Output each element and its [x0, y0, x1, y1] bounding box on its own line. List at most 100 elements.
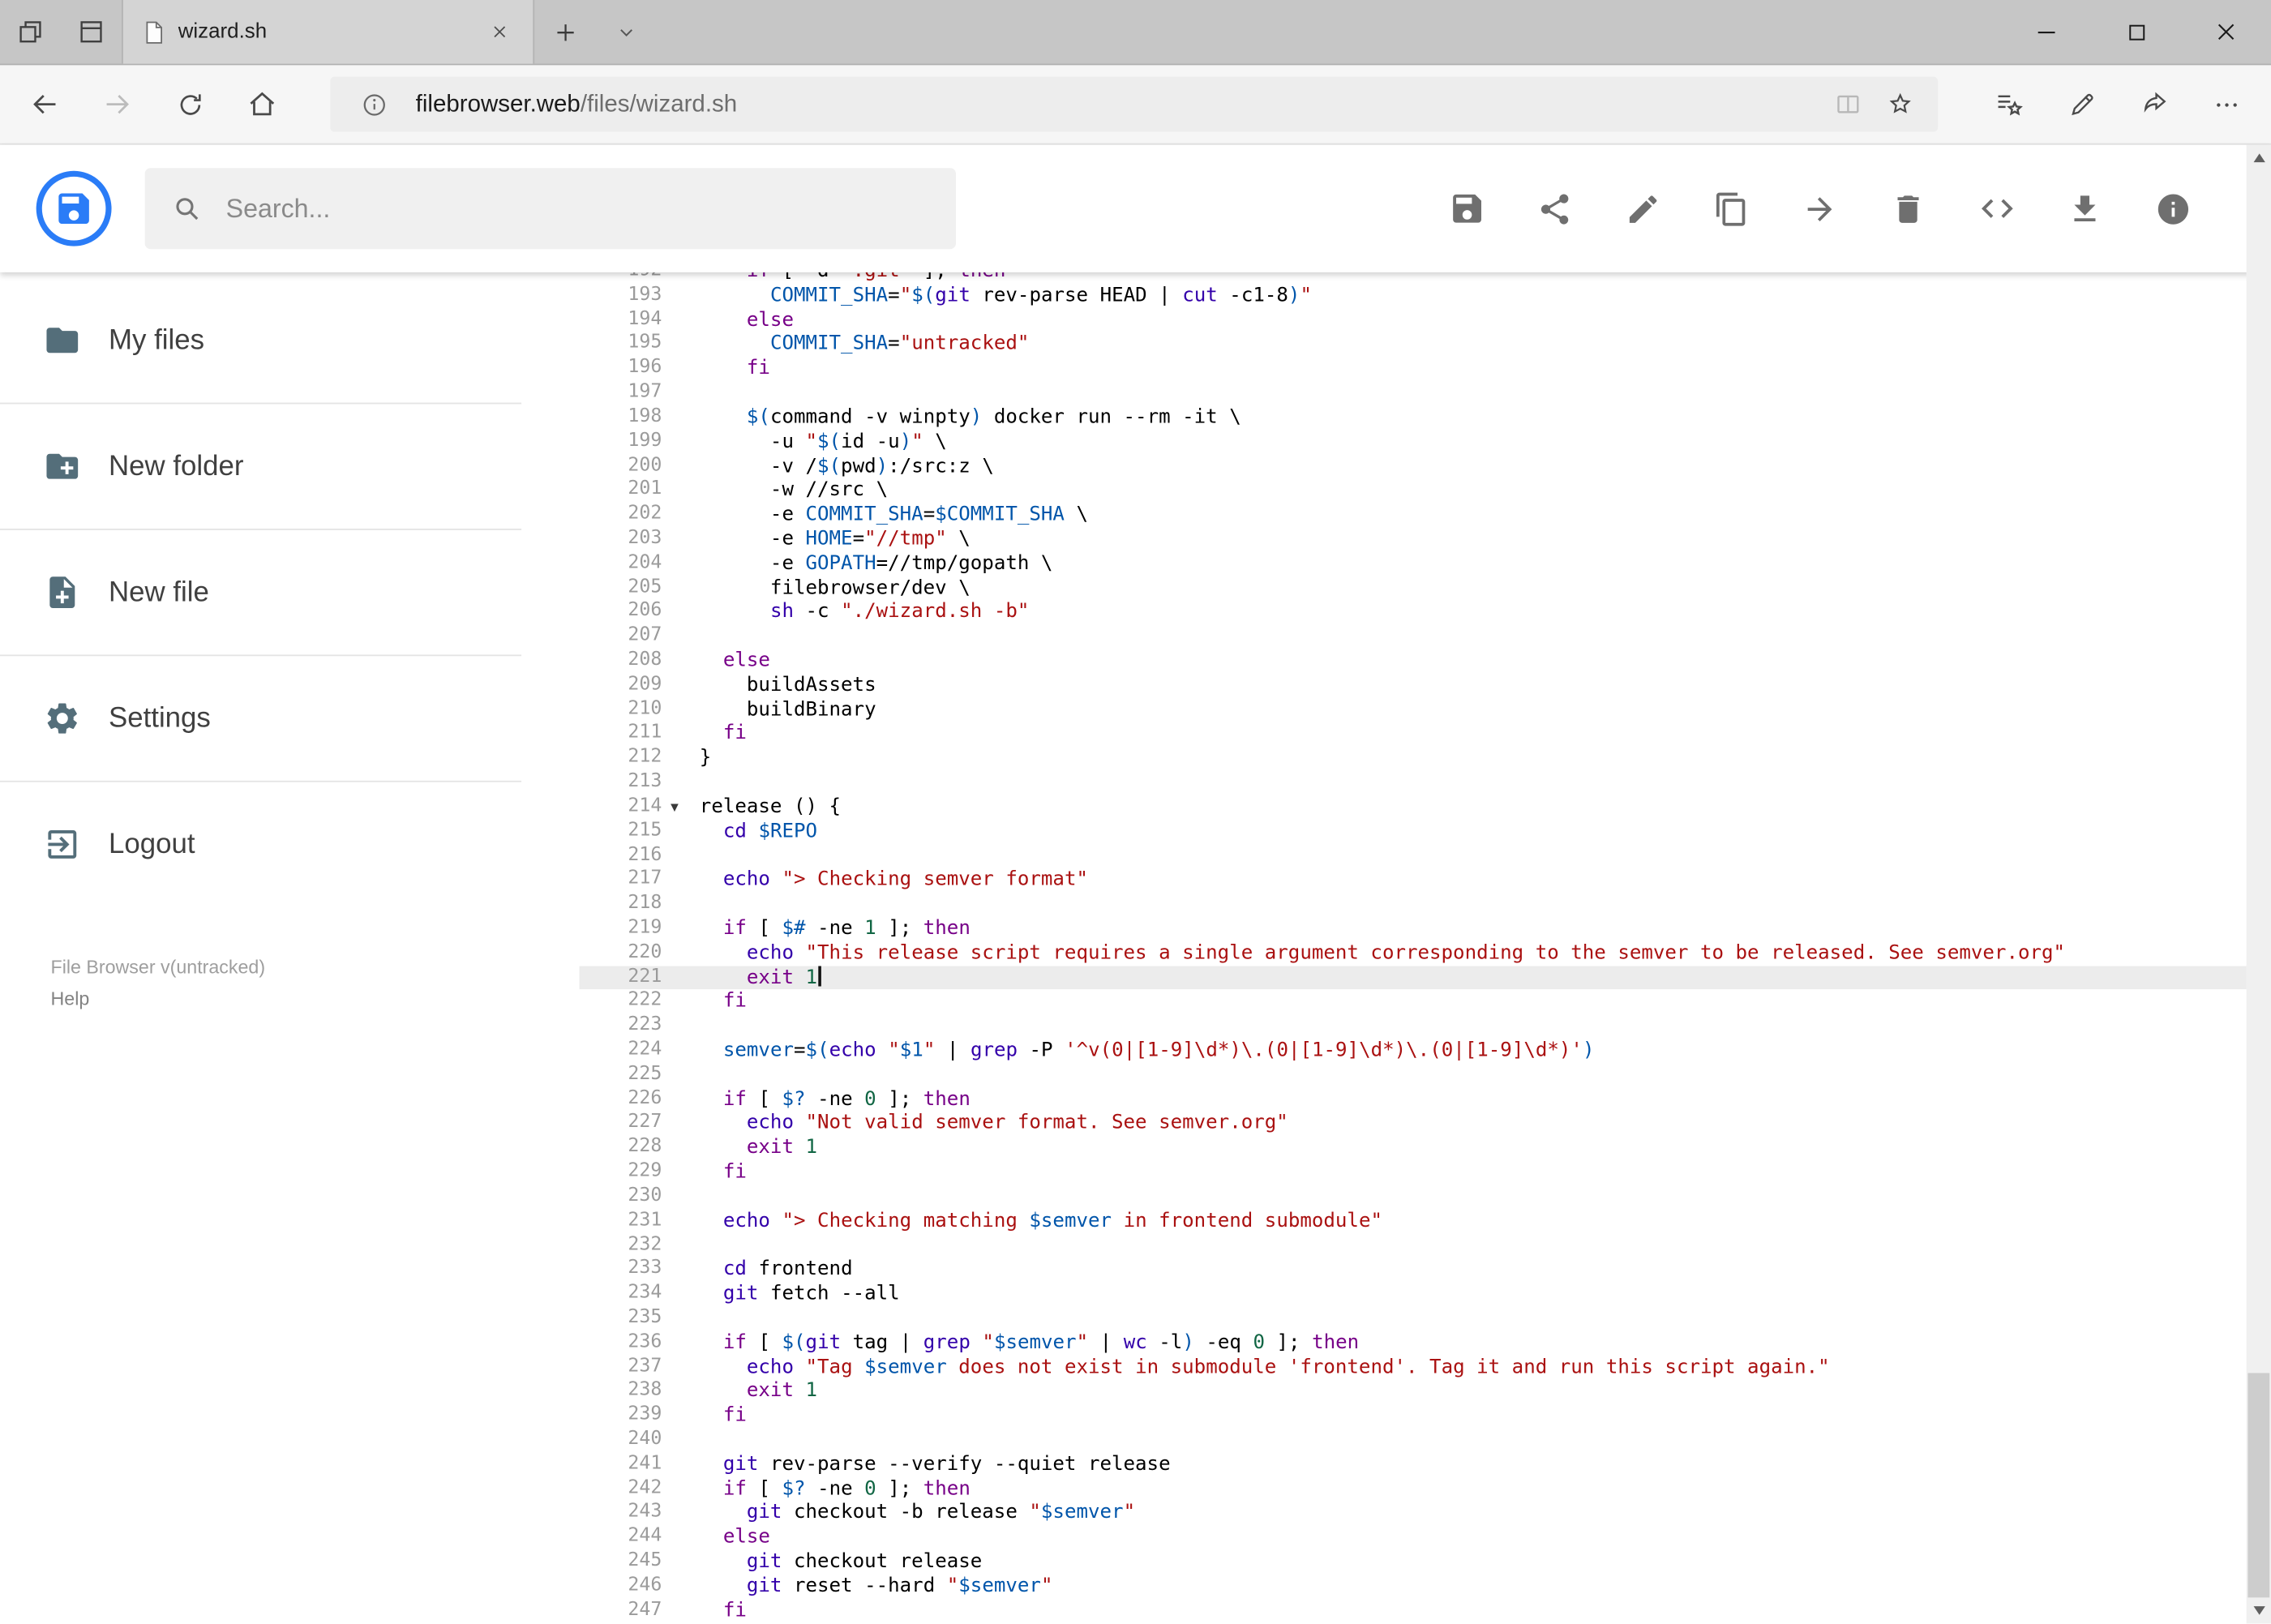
- code-line[interactable]: 245 git checkout release: [580, 1550, 2271, 1575]
- code-line[interactable]: 247 fi: [580, 1599, 2271, 1623]
- sidebar-item-settings[interactable]: Settings: [0, 656, 580, 781]
- code-line[interactable]: 218: [580, 893, 2271, 917]
- code-line[interactable]: 237 echo "Tag $semver does not exist in …: [580, 1355, 2271, 1379]
- code-line[interactable]: 206 sh -c "./wizard.sh -b": [580, 600, 2271, 624]
- code-line[interactable]: 211 fi: [580, 722, 2271, 746]
- code-line[interactable]: 234 git fetch --all: [580, 1282, 2271, 1306]
- code-line[interactable]: 194 else: [580, 308, 2271, 332]
- code-line[interactable]: 200 -v /$(pwd):/src:z \: [580, 454, 2271, 478]
- download-button[interactable]: [2065, 189, 2104, 228]
- code-line[interactable]: 233 cd frontend: [580, 1258, 2271, 1282]
- move-button[interactable]: [1800, 189, 1839, 228]
- info-button[interactable]: [2153, 189, 2192, 228]
- code-line[interactable]: 231 echo "> Checking matching $semver in…: [580, 1209, 2271, 1233]
- code-line[interactable]: 222 fi: [580, 990, 2271, 1014]
- favorite-star-icon[interactable]: [1875, 79, 1926, 129]
- code-line[interactable]: 212}: [580, 746, 2271, 770]
- code-line[interactable]: 235: [580, 1306, 2271, 1330]
- tabs-aside-button[interactable]: [0, 0, 61, 64]
- reading-view-icon[interactable]: [1822, 79, 1874, 129]
- code-line[interactable]: 214 ▼ release () {: [580, 795, 2271, 819]
- code-line[interactable]: 209 buildAssets: [580, 673, 2271, 697]
- code-line[interactable]: 223: [580, 1014, 2271, 1039]
- tab-preview-button[interactable]: [61, 0, 122, 64]
- code-line[interactable]: 199 -u "$(id -u)" \: [580, 430, 2271, 454]
- scroll-down-arrow[interactable]: [2247, 1597, 2271, 1623]
- sidebar-item-new-file[interactable]: New file: [0, 530, 580, 655]
- save-button[interactable]: [1447, 189, 1486, 228]
- sidebar-item-new-folder[interactable]: New folder: [0, 404, 580, 529]
- code-line[interactable]: 203 -e HOME="//tmp" \: [580, 527, 2271, 551]
- code-line[interactable]: 232: [580, 1233, 2271, 1258]
- code-line[interactable]: 219 if [ $# -ne 1 ]; then: [580, 917, 2271, 941]
- code-line[interactable]: 230: [580, 1185, 2271, 1209]
- raw-code-button[interactable]: [1977, 189, 2016, 228]
- tab-close-icon[interactable]: [481, 13, 518, 50]
- code-line[interactable]: 210 buildBinary: [580, 697, 2271, 722]
- code-line[interactable]: 201 -w //src \: [580, 478, 2271, 503]
- search-input[interactable]: [223, 191, 930, 225]
- code-line[interactable]: 192 if [ -d ".git" ]; then: [580, 272, 2271, 284]
- filebrowser-logo[interactable]: [36, 170, 112, 246]
- browser-tab[interactable]: wizard.sh: [122, 0, 535, 64]
- share-file-button[interactable]: [1536, 189, 1575, 228]
- code-line[interactable]: 236 if [ $(git tag | grep "$semver" | wc…: [580, 1330, 2271, 1355]
- sidebar-item-my-files[interactable]: My files: [0, 278, 580, 403]
- code-line[interactable]: 229 fi: [580, 1160, 2271, 1185]
- code-line[interactable]: 195 COMMIT_SHA="untracked": [580, 332, 2271, 357]
- code-line[interactable]: 207: [580, 624, 2271, 649]
- code-line[interactable]: 243 git checkout -b release "$semver": [580, 1501, 2271, 1525]
- tab-list-chevron-button[interactable]: [595, 0, 656, 64]
- code-line[interactable]: 204 -e GOPATH=//tmp/gopath \: [580, 551, 2271, 576]
- code-line[interactable]: 205 filebrowser/dev \: [580, 576, 2271, 600]
- code-line[interactable]: 240: [580, 1428, 2271, 1452]
- code-editor[interactable]: 192 if [ -d ".git" ]; then193 COMMIT_SHA…: [579, 272, 2271, 1624]
- code-line[interactable]: 220 echo "This release script requires a…: [580, 941, 2271, 966]
- code-line[interactable]: 193 COMMIT_SHA="$(git rev-parse HEAD | c…: [580, 284, 2271, 308]
- page-scrollbar[interactable]: [2246, 144, 2271, 1624]
- code-line[interactable]: 208 else: [580, 649, 2271, 673]
- address-bar[interactable]: filebrowser.web/files/wizard.sh: [330, 76, 1939, 132]
- close-button[interactable]: [2181, 0, 2271, 64]
- code-line[interactable]: 226 if [ $? -ne 0 ]; then: [580, 1087, 2271, 1112]
- back-button[interactable]: [9, 72, 81, 136]
- code-line[interactable]: 244 else: [580, 1525, 2271, 1549]
- code-line[interactable]: 215 cd $REPO: [580, 820, 2271, 844]
- code-line[interactable]: 238 exit 1: [580, 1379, 2271, 1403]
- share-button[interactable]: [2118, 72, 2190, 136]
- code-line[interactable]: 224 semver=$(echo "$1" | grep -P '^v(0|[…: [580, 1039, 2271, 1063]
- code-line[interactable]: 213: [580, 770, 2271, 795]
- code-line[interactable]: 217 echo "> Checking semver format": [580, 868, 2271, 893]
- code-line[interactable]: 239 fi: [580, 1403, 2271, 1428]
- code-line[interactable]: 227 echo "Not valid semver format. See s…: [580, 1112, 2271, 1136]
- maximize-button[interactable]: [2091, 0, 2181, 64]
- more-options-button[interactable]: [2190, 72, 2262, 136]
- code-line[interactable]: 228 exit 1: [580, 1136, 2271, 1160]
- scrollbar-thumb[interactable]: [2247, 1373, 2270, 1598]
- code-line[interactable]: 225: [580, 1063, 2271, 1087]
- code-line[interactable]: 198 $(command -v winpty) docker run --rm…: [580, 405, 2271, 430]
- delete-button[interactable]: [1888, 189, 1927, 228]
- code-line[interactable]: 246 git reset --hard "$semver": [580, 1575, 2271, 1599]
- scroll-up-arrow[interactable]: [2247, 145, 2271, 171]
- new-tab-button[interactable]: [534, 0, 595, 64]
- help-link[interactable]: Help: [51, 988, 580, 1009]
- sidebar-item-logout[interactable]: Logout: [0, 782, 580, 907]
- copy-button[interactable]: [1712, 189, 1750, 228]
- code-line[interactable]: 197: [580, 381, 2271, 405]
- code-line[interactable]: 196 fi: [580, 357, 2271, 381]
- minimize-button[interactable]: [2002, 0, 2092, 64]
- web-note-button[interactable]: [2045, 72, 2117, 136]
- hub-favorites-button[interactable]: [1973, 72, 2045, 136]
- site-info-icon[interactable]: [348, 79, 400, 129]
- home-button[interactable]: [226, 72, 298, 136]
- code-line[interactable]: 221 exit 1: [579, 965, 2271, 990]
- edit-button[interactable]: [1624, 189, 1663, 228]
- code-line[interactable]: 216: [580, 844, 2271, 868]
- code-line[interactable]: 242 if [ $? -ne 0 ]; then: [580, 1476, 2271, 1501]
- forward-button[interactable]: [81, 72, 153, 136]
- search-box[interactable]: [144, 168, 956, 250]
- refresh-button[interactable]: [153, 72, 225, 136]
- code-line[interactable]: 241 git rev-parse --verify --quiet relea…: [580, 1452, 2271, 1476]
- code-line[interactable]: 202 -e COMMIT_SHA=$COMMIT_SHA \: [580, 503, 2271, 527]
